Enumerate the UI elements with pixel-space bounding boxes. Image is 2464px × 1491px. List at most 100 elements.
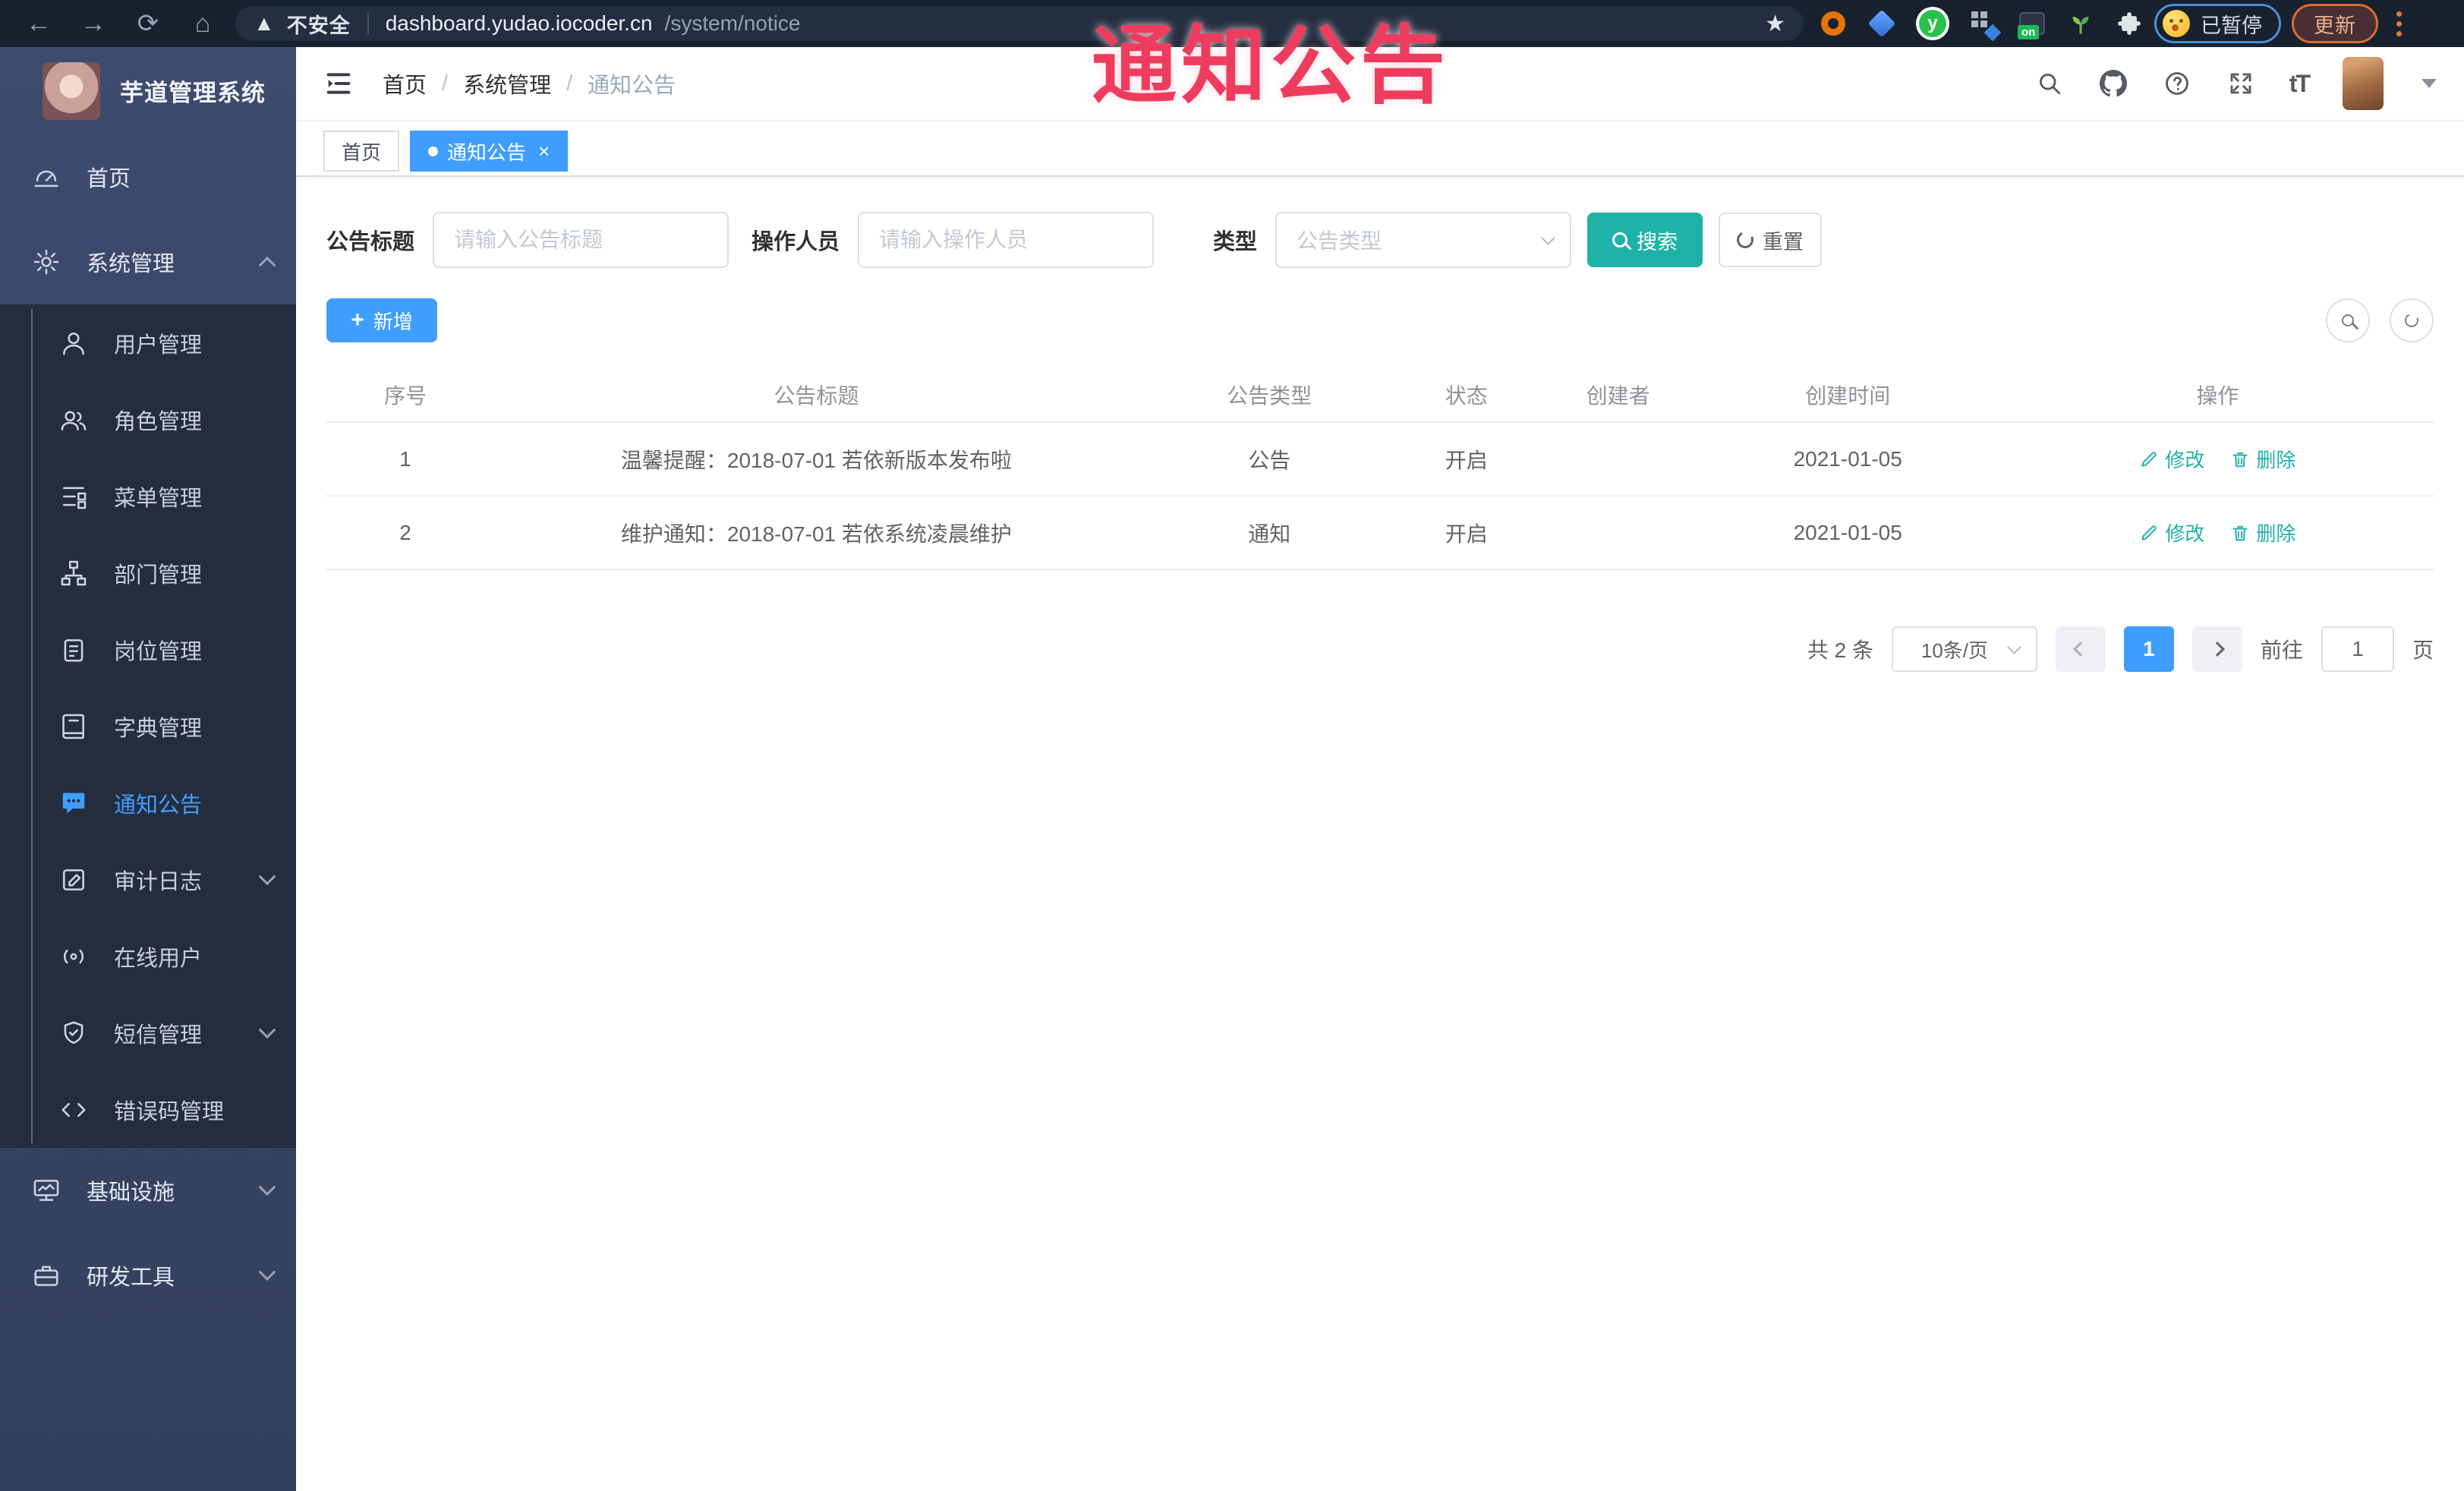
table-row[interactable]: 2 维护通知：2018-07-01 若依系统凌晨维护 通知 开启 2021-01… xyxy=(326,496,2434,570)
sidebar-item-label: 字典管理 xyxy=(114,716,203,741)
annotation-watermark: 通知公告 xyxy=(1092,18,1450,113)
filter-type-label: 类型 xyxy=(1213,230,1258,254)
table-refresh-button[interactable] xyxy=(2390,298,2434,342)
browser-profile-badge[interactable]: 已暂停 xyxy=(2154,4,2281,43)
log-icon xyxy=(59,865,88,894)
home-icon[interactable]: ⌂ xyxy=(181,5,225,42)
sidebar-item-home[interactable]: 首页 xyxy=(0,134,296,219)
col-header: 创建者 xyxy=(1586,384,1650,408)
edit-link[interactable]: 修改 xyxy=(2139,445,2204,473)
sidebar-item-audit-log[interactable]: 审计日志 xyxy=(0,841,296,918)
cell-create-time: 2021-01-05 xyxy=(1793,446,1902,471)
sidebar-item-posts[interactable]: 岗位管理 xyxy=(0,611,296,688)
sidebar-collapse-icon[interactable] xyxy=(323,67,357,100)
sidebar-item-roles[interactable]: 角色管理 xyxy=(0,381,296,458)
tabbar: 首页 通知公告 × xyxy=(296,121,2464,177)
chevron-down-icon xyxy=(1541,230,1555,245)
sidebar-item-depts[interactable]: 部门管理 xyxy=(0,534,296,611)
sidebar-item-dict[interactable]: 字典管理 xyxy=(0,688,296,764)
sidebar-item-infrastructure[interactable]: 基础设施 xyxy=(0,1148,296,1233)
extension-on-icon[interactable]: on xyxy=(2018,9,2047,39)
edit-link[interactable]: 修改 xyxy=(2139,519,2204,547)
next-page-button[interactable] xyxy=(2191,626,2242,672)
fullscreen-icon[interactable] xyxy=(2226,68,2256,99)
tab-close-icon[interactable]: × xyxy=(538,141,550,161)
online-icon xyxy=(59,942,88,971)
delete-link[interactable]: 删除 xyxy=(2230,445,2295,473)
shield-icon xyxy=(59,1019,88,1048)
security-label[interactable]: 不安全 xyxy=(287,9,351,39)
sidebar-item-sms[interactable]: 短信管理 xyxy=(0,995,296,1071)
address-bar[interactable]: ▲ 不安全 dashboard.yudao.iocoder.cn/system/… xyxy=(235,6,1804,41)
extensions-puzzle-icon[interactable] xyxy=(2115,9,2144,38)
breadcrumb-separator: / xyxy=(442,71,449,96)
search-icon[interactable] xyxy=(2034,68,2065,99)
active-tab-dot xyxy=(428,146,439,156)
table-search-toggle-button[interactable] xyxy=(2326,298,2370,342)
col-header: 公告标题 xyxy=(774,384,859,408)
current-page[interactable]: 1 xyxy=(2123,626,2174,672)
system-submenu: 用户管理 角色管理 菜单管理 部门管理 岗位管理 字典管理 通知公告 审计日志 … xyxy=(0,304,296,1148)
bookmark-star-icon[interactable]: ★ xyxy=(1765,11,1785,37)
sidebar-item-devtools[interactable]: 研发工具 xyxy=(0,1233,296,1318)
extension-grid-icon[interactable] xyxy=(1969,9,1998,38)
forward-icon[interactable]: → xyxy=(71,5,115,42)
sidebar-item-error-codes[interactable]: 错误码管理 xyxy=(0,1071,296,1148)
breadcrumb-home[interactable]: 首页 xyxy=(383,68,427,99)
github-icon[interactable] xyxy=(2098,68,2128,99)
search-button[interactable]: 搜索 xyxy=(1587,213,1703,267)
url-host[interactable]: dashboard.yudao.iocoder.cn xyxy=(386,11,653,36)
logo-row[interactable]: 芋道管理系统 xyxy=(0,47,296,134)
sidebar-item-users[interactable]: 用户管理 xyxy=(0,304,296,381)
chevron-right-icon xyxy=(2210,641,2225,657)
operator-input[interactable] xyxy=(858,212,1155,268)
sidebar-item-notice[interactable]: 通知公告 xyxy=(0,764,296,841)
sidebar-item-online-users[interactable]: 在线用户 xyxy=(0,918,296,995)
avatar-caret-icon[interactable] xyxy=(2421,79,2437,88)
extension-y-icon[interactable]: y xyxy=(1916,7,1949,40)
tab-notice[interactable]: 通知公告 × xyxy=(410,131,569,172)
page-size-select[interactable]: 10条/页 xyxy=(1891,626,2037,672)
filter-title-group: 公告标题 xyxy=(326,212,729,268)
delete-link[interactable]: 删除 xyxy=(2230,519,2295,547)
chevron-down-icon xyxy=(258,867,276,885)
back-icon[interactable]: ← xyxy=(17,5,61,42)
filter-operator-label: 操作人员 xyxy=(751,230,840,254)
font-size-icon[interactable]: tT xyxy=(2289,70,2311,98)
extension-orange-icon[interactable] xyxy=(1819,9,1848,38)
cell-type: 公告 xyxy=(1248,448,1291,472)
tab-home[interactable]: 首页 xyxy=(323,131,400,172)
cell-title: 维护通知：2018-07-01 若依系统凌晨维护 xyxy=(620,522,1012,546)
sidebar-item-label: 首页 xyxy=(87,167,131,191)
cell-type: 通知 xyxy=(1248,522,1291,546)
code-icon xyxy=(59,1095,88,1124)
reload-icon[interactable]: ⟳ xyxy=(126,5,170,42)
post-icon xyxy=(59,635,88,664)
edit-icon xyxy=(2141,451,2157,467)
add-button[interactable]: + 新增 xyxy=(326,298,437,342)
sidebar-item-system[interactable]: 系统管理 xyxy=(0,219,296,304)
browser-update-button[interactable]: 更新 xyxy=(2292,4,2378,43)
notice-type-select[interactable]: 公告类型 xyxy=(1275,212,1572,268)
toolbox-icon xyxy=(32,1261,61,1290)
breadcrumb-separator: / xyxy=(566,71,573,96)
pagination: 共 2 条 10条/页 1 前往 页 xyxy=(326,626,2434,672)
breadcrumb-system[interactable]: 系统管理 xyxy=(463,68,551,99)
prev-page-button[interactable] xyxy=(2055,626,2106,672)
help-icon[interactable] xyxy=(2162,68,2192,99)
extension-plant-icon[interactable] xyxy=(2066,9,2095,38)
gear-icon xyxy=(32,247,61,276)
extension-gem-icon[interactable] xyxy=(1867,9,1896,38)
user-avatar[interactable] xyxy=(2343,57,2384,110)
table-row[interactable]: 1 温馨提醒：2018-07-01 若依新版本发布啦 公告 开启 2021-01… xyxy=(326,423,2434,496)
goto-page-input[interactable] xyxy=(2321,626,2394,672)
total-count: 共 2 条 xyxy=(1807,638,1873,662)
sidebar-item-label: 研发工具 xyxy=(87,1266,175,1290)
chevron-down-icon xyxy=(258,1020,276,1039)
browser-menu-icon[interactable] xyxy=(2389,8,2409,39)
url-path[interactable]: /system/notice xyxy=(665,11,801,36)
notice-title-input[interactable] xyxy=(433,212,729,268)
reset-button[interactable]: 重置 xyxy=(1719,213,1823,267)
sidebar-item-menus[interactable]: 菜单管理 xyxy=(0,458,296,534)
refresh-icon xyxy=(1734,229,1757,251)
